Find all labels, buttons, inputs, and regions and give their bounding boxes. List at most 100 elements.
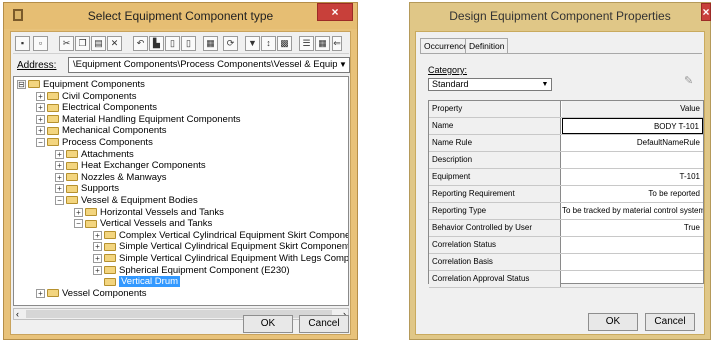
property-row[interactable]: Behavior Controlled by User True [429, 220, 703, 237]
tree-node-label[interactable]: Spherical Equipment Component (E230) [119, 265, 290, 276]
tree-node-label[interactable]: Vessel Components [62, 288, 147, 299]
cut-icon[interactable]: ✂ [59, 36, 74, 51]
tree-node-label[interactable]: Simple Vertical Cylindrical Equipment Wi… [119, 253, 348, 264]
tree-node-label[interactable]: Equipment Components [43, 79, 145, 90]
tree-node-label[interactable]: Simple Vertical Cylindrical Equipment Sk… [119, 241, 348, 252]
expand-icon[interactable]: + [36, 103, 45, 113]
property-value[interactable] [562, 152, 703, 168]
expand-icon[interactable]: + [36, 114, 45, 124]
chevron-down-icon[interactable]: ▼ [540, 79, 550, 90]
property-value[interactable] [562, 271, 703, 287]
tree-node[interactable]: + Simple Vertical Cylindrical Equipment W… [93, 253, 348, 265]
tree-node[interactable]: + Material Handling Equipment Components [36, 114, 241, 126]
tree-node[interactable]: + Complex Vertical Cylindrical Equipment … [93, 230, 348, 242]
property-value[interactable]: To be reported [562, 186, 703, 202]
view-icon-3[interactable]: ▯ [181, 36, 196, 51]
property-row[interactable]: Reporting Requirement To be reported [429, 186, 703, 203]
filter-icon[interactable]: ▼ [245, 36, 260, 51]
view-icon-1[interactable]: ▙ [149, 36, 164, 51]
scroll-left-icon[interactable]: ‹ [16, 309, 19, 319]
close-button[interactable]: × [317, 3, 353, 21]
tree-node[interactable]: + Mechanical Components [36, 125, 167, 137]
tree-node-label[interactable]: Horizontal Vessels and Tanks [100, 207, 224, 218]
chevron-down-icon[interactable]: ▼ [337, 58, 349, 72]
expand-icon[interactable]: + [36, 288, 45, 298]
expand-icon[interactable]: + [74, 207, 83, 217]
tree-node-label[interactable]: Supports [81, 183, 119, 194]
expand-icon[interactable]: + [55, 172, 64, 182]
cancel-button[interactable]: Cancel [645, 313, 695, 331]
tree-node-label[interactable]: Vertical Vessels and Tanks [100, 218, 212, 229]
tree-node[interactable]: + Attachments [55, 149, 134, 161]
property-row[interactable]: Reporting Type To be tracked by material … [429, 203, 703, 220]
delete-icon[interactable]: ✕ [107, 36, 122, 51]
sort-icon[interactable]: ↕ [261, 36, 276, 51]
property-row[interactable]: Correlation Status [429, 237, 703, 254]
tree-node-label[interactable]: Civil Components [62, 91, 136, 102]
property-value[interactable] [562, 237, 703, 253]
close-button[interactable]: × [701, 3, 711, 21]
collapse-icon[interactable]: ⊟ [17, 79, 26, 89]
expand-icon[interactable]: + [55, 149, 64, 159]
tile-view-icon[interactable]: ▦ [315, 36, 330, 51]
expand-icon[interactable]: + [36, 126, 45, 136]
tree-node[interactable]: + Civil Components [36, 91, 136, 103]
back-icon[interactable]: ⇐ [332, 36, 342, 51]
copy-icon[interactable]: ❐ [75, 36, 90, 51]
tree-node[interactable]: ⊟ Equipment Components [17, 79, 145, 91]
tree-node[interactable]: + Supports [55, 183, 119, 195]
tree-node[interactable]: − Vessel & Equipment Bodies [55, 195, 198, 207]
tree-node-label[interactable]: Process Components [62, 137, 153, 148]
property-row[interactable]: Correlation Basis [429, 254, 703, 271]
expand-icon[interactable]: + [93, 242, 102, 252]
tree-node[interactable]: + Simple Vertical Cylindrical Equipment S… [93, 241, 348, 253]
expand-icon[interactable]: + [36, 91, 45, 101]
tree-node-label[interactable]: Heat Exchanger Components [81, 160, 206, 171]
grid-icon[interactable]: ▩ [277, 36, 292, 51]
property-row[interactable]: Name BODY T-101 [429, 118, 703, 135]
details-icon[interactable]: ▦ [203, 36, 218, 51]
tree-node[interactable]: + Electrical Components [36, 102, 157, 114]
tree-node[interactable]: + Spherical Equipment Component (E230) [93, 265, 290, 277]
tree-node-label[interactable]: Electrical Components [62, 102, 157, 113]
property-value[interactable]: BODY T-101 [562, 118, 703, 134]
property-value[interactable]: True [562, 220, 703, 236]
list-view-icon[interactable]: ☰ [299, 36, 314, 51]
property-value[interactable]: DefaultNameRule [562, 135, 703, 151]
paste-icon[interactable]: ▤ [91, 36, 106, 51]
expand-icon[interactable]: + [93, 265, 102, 275]
property-row[interactable]: Name Rule DefaultNameRule [429, 135, 703, 152]
category-select[interactable]: Standard ▼ [428, 78, 552, 91]
address-field[interactable]: \Equipment Components\Process Components… [68, 57, 350, 73]
tree-node-label[interactable]: Vertical Drum [119, 276, 181, 288]
tree-node[interactable]: + Vessel Components [36, 288, 147, 300]
property-value[interactable] [562, 254, 703, 270]
tree-node-label[interactable]: Attachments [81, 149, 134, 160]
expand-icon[interactable]: + [93, 230, 102, 240]
collapse-icon[interactable]: − [55, 195, 64, 205]
component-tree[interactable]: ⊟ Equipment Components + Civil Components + E… [13, 76, 349, 306]
tree-node-label[interactable]: Mechanical Components [62, 125, 167, 136]
expand-icon[interactable]: + [55, 184, 64, 194]
tree-node[interactable]: − Process Components [36, 137, 153, 149]
tree-node-label[interactable]: Complex Vertical Cylindrical Equipment S… [119, 230, 348, 241]
collapse-icon[interactable]: − [74, 219, 83, 229]
save-icon[interactable]: ▪ [15, 36, 30, 51]
undo-icon[interactable]: ↶ [133, 36, 148, 51]
ok-button[interactable]: OK [588, 313, 638, 331]
tab-definition[interactable]: Definition [465, 38, 509, 53]
tree-node-label[interactable]: Nozzles & Manways [81, 172, 167, 183]
properties-icon[interactable]: ▫ [33, 36, 48, 51]
ok-button[interactable]: OK [243, 315, 293, 333]
tree-node[interactable]: + Nozzles & Manways [55, 172, 167, 184]
collapse-icon[interactable]: − [36, 137, 45, 147]
property-value[interactable]: To be tracked by material control system [562, 203, 703, 219]
tree-node-label[interactable]: Material Handling Equipment Components [62, 114, 241, 125]
property-row[interactable]: Equipment T-101 [429, 169, 703, 186]
tree-node[interactable]: + Horizontal Vessels and Tanks [74, 207, 224, 219]
property-row[interactable]: Correlation Approval Status [429, 271, 703, 288]
refresh-icon[interactable]: ⟳ [223, 36, 238, 51]
property-value[interactable]: T-101 [562, 169, 703, 185]
tree-node[interactable]: + Heat Exchanger Components [55, 160, 206, 172]
expand-icon[interactable]: + [93, 253, 102, 263]
